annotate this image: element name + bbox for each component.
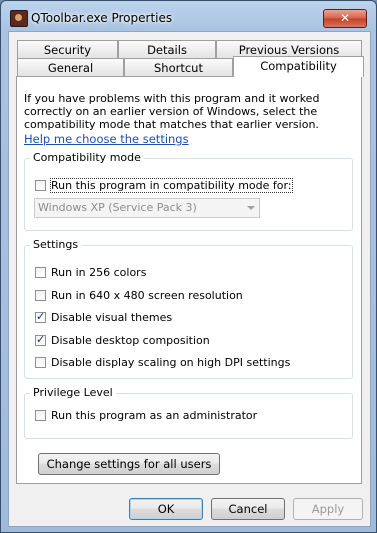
setting-label[interactable]: Run in 640 x 480 screen resolution bbox=[51, 289, 243, 302]
compat-mode-label[interactable]: Run this program in compatibility mode f… bbox=[50, 178, 293, 193]
group-title-privilege: Privilege Level bbox=[30, 386, 116, 399]
setting-label[interactable]: Disable desktop composition bbox=[51, 334, 210, 347]
ok-button[interactable]: OK bbox=[129, 498, 203, 520]
cancel-button[interactable]: Cancel bbox=[211, 498, 285, 520]
setting-row-640x480[interactable]: Run in 640 x 480 screen resolution bbox=[35, 288, 243, 303]
setting-row-dpi-scaling[interactable]: Disable display scaling on high DPI sett… bbox=[35, 355, 290, 370]
settings-group: Settings Run in 256 colors Run in 640 x … bbox=[24, 238, 353, 379]
title-bar[interactable]: QToolbar.exe Properties ✕ bbox=[1, 1, 376, 31]
group-title-compat-mode: Compatibility mode bbox=[30, 151, 144, 164]
compat-mode-checkbox[interactable] bbox=[35, 180, 46, 191]
change-settings-all-users-button[interactable]: Change settings for all users bbox=[38, 453, 220, 475]
checkbox-visual-themes[interactable] bbox=[35, 310, 46, 323]
setting-row-desktop-composition[interactable]: Disable desktop composition bbox=[35, 333, 210, 348]
compatibility-mode-group: Compatibility mode Run this program in c… bbox=[24, 151, 353, 231]
tab-compatibility[interactable]: Compatibility bbox=[233, 56, 364, 77]
setting-row-256-colors[interactable]: Run in 256 colors bbox=[35, 265, 146, 280]
compatibility-panel: If you have problems with this program a… bbox=[16, 76, 362, 484]
group-title-settings: Settings bbox=[30, 238, 82, 251]
compat-mode-select[interactable]: Windows XP (Service Pack 3) bbox=[34, 198, 260, 218]
tab-shortcut[interactable]: Shortcut bbox=[124, 58, 233, 76]
checkbox-640x480[interactable] bbox=[35, 290, 46, 301]
window-title: QToolbar.exe Properties bbox=[31, 11, 173, 25]
setting-row-visual-themes[interactable]: Disable visual themes bbox=[35, 310, 172, 325]
admin-checkbox-row[interactable]: Run this program as an administrator bbox=[35, 408, 257, 423]
compat-mode-checkbox-row[interactable]: Run this program in compatibility mode f… bbox=[35, 178, 293, 193]
checkbox-256-colors[interactable] bbox=[35, 267, 46, 278]
intro-text: If you have problems with this program a… bbox=[24, 92, 320, 131]
close-button[interactable]: ✕ bbox=[323, 9, 367, 28]
setting-label[interactable]: Run in 256 colors bbox=[51, 266, 146, 279]
setting-label[interactable]: Disable display scaling on high DPI sett… bbox=[51, 356, 290, 369]
chevron-down-icon bbox=[247, 206, 255, 210]
tab-general[interactable]: General bbox=[17, 58, 124, 76]
app-icon bbox=[10, 10, 28, 27]
admin-label[interactable]: Run this program as an administrator bbox=[51, 409, 257, 422]
dialog-client-area: Security Details Previous Versions Gener… bbox=[8, 31, 371, 527]
setting-label[interactable]: Disable visual themes bbox=[51, 311, 172, 324]
apply-button[interactable]: Apply bbox=[293, 498, 363, 520]
tab-details[interactable]: Details bbox=[118, 40, 216, 58]
admin-checkbox[interactable] bbox=[35, 410, 46, 421]
checkbox-desktop-composition[interactable] bbox=[35, 333, 46, 346]
help-link[interactable]: Help me choose the settings bbox=[24, 132, 189, 146]
checkbox-dpi-scaling[interactable] bbox=[35, 357, 46, 368]
compat-mode-select-value: Windows XP (Service Pack 3) bbox=[38, 201, 197, 214]
privilege-level-group: Privilege Level Run this program as an a… bbox=[24, 386, 353, 439]
tab-security[interactable]: Security bbox=[17, 40, 118, 58]
properties-window: QToolbar.exe Properties ✕ Security Detai… bbox=[0, 0, 377, 533]
